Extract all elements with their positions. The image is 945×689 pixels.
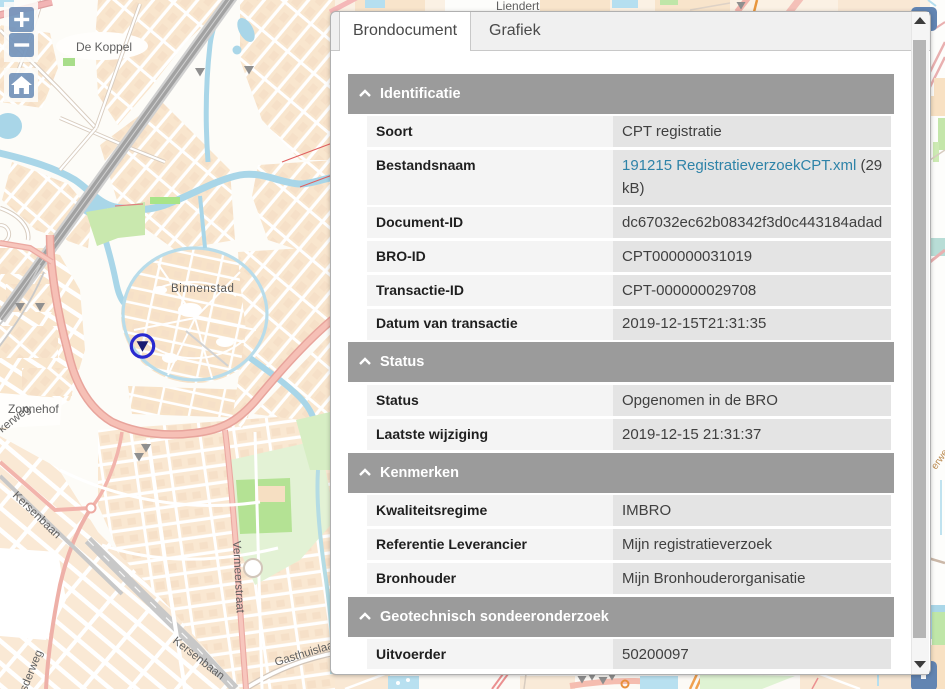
svg-text:Binnenstad: Binnenstad	[171, 283, 235, 295]
svg-text:De Koppel: De Koppel	[76, 40, 132, 54]
